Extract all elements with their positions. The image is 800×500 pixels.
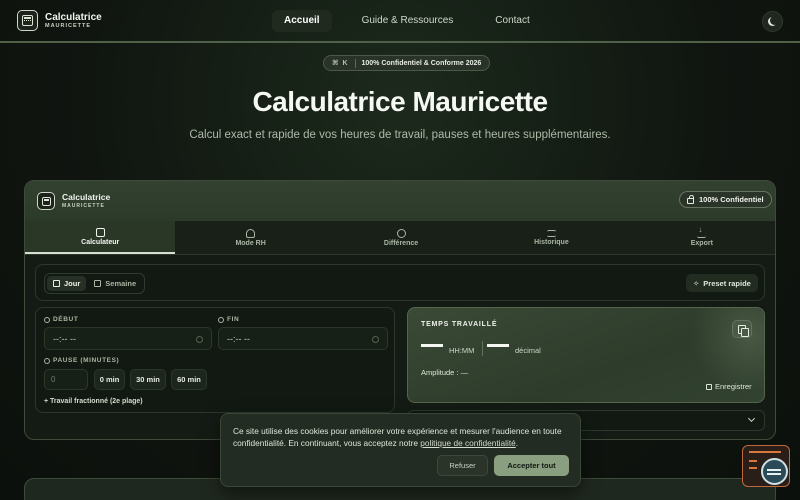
decimal-value xyxy=(487,344,509,347)
theme-toggle-button[interactable] xyxy=(762,11,783,32)
tab-mode-rh[interactable]: Mode RH xyxy=(175,221,325,254)
help-widget-icon[interactable] xyxy=(742,445,790,487)
pause-chip-60[interactable]: 60 min xyxy=(171,369,207,390)
hours-value xyxy=(421,344,443,347)
accept-cookies-button[interactable]: Accepter tout xyxy=(494,455,569,476)
end-time-input[interactable]: --:-- -- xyxy=(218,327,388,350)
calculator-icon xyxy=(37,192,55,210)
time-input-panel: DÉBUT --:-- -- FIN --:-- -- PAUSE (MINUT… xyxy=(35,307,395,413)
result-title: TEMPS TRAVAILLÉ xyxy=(421,321,498,328)
people-icon xyxy=(246,228,256,238)
end-label: FIN xyxy=(218,316,239,323)
brand-logo[interactable]: Calculatrice MAURICETTE xyxy=(17,10,102,31)
clock-icon xyxy=(44,316,50,323)
tab-bar: Calculateur Mode RH Différence Historiqu… xyxy=(25,221,775,255)
brand-tagline: MAURICETTE xyxy=(45,22,92,29)
tab-difference[interactable]: Différence xyxy=(326,221,476,254)
mode-jour-button[interactable]: Jour xyxy=(47,276,87,291)
clock-icon xyxy=(196,336,203,343)
page-subtitle: Calcul exact et rapide de vos heures de … xyxy=(189,129,611,141)
lock-icon xyxy=(687,194,694,204)
brand-name: Calculatrice xyxy=(45,11,102,23)
pause-input[interactable]: 0 xyxy=(44,369,88,390)
pause-chip-30[interactable]: 30 min xyxy=(130,369,166,390)
shortcut-kbd: ⌘ K xyxy=(332,60,349,67)
start-label: DÉBUT xyxy=(44,316,78,323)
coffee-icon xyxy=(44,357,50,364)
sparkle-icon: ✧ xyxy=(693,278,700,288)
copy-button[interactable] xyxy=(732,320,752,338)
card-brand-name: Calculatrice xyxy=(62,192,111,202)
clock-icon xyxy=(218,316,224,323)
mode-semaine-button[interactable]: Semaine xyxy=(88,276,142,291)
nav-link-accueil[interactable]: Accueil xyxy=(272,10,332,32)
clock-icon xyxy=(372,336,379,343)
mode-switch: Jour Semaine xyxy=(44,273,146,294)
card-header: Calculatrice MAURICETTE 100% Confidentie… xyxy=(25,181,775,221)
nav-link-guide[interactable]: Guide & Ressources xyxy=(350,10,466,32)
badge-text: 100% Confidentiel & Conforme 2026 xyxy=(361,59,482,67)
add-split-shift-link[interactable]: + Travail fractionné (2e plage) xyxy=(44,398,143,405)
page-title: Calculatrice Mauricette xyxy=(252,86,548,117)
pause-label: PAUSE (MINUTES) xyxy=(44,357,119,364)
download-icon xyxy=(697,225,707,238)
chevron-down-icon xyxy=(747,414,756,423)
calendar-icon xyxy=(94,280,102,287)
tab-calculateur[interactable]: Calculateur xyxy=(25,221,176,254)
clock-icon xyxy=(396,228,406,238)
amplitude-text: Amplitude : — xyxy=(421,368,469,377)
privacy-policy-link[interactable]: politique de confidentialité xyxy=(420,438,515,448)
save-button[interactable]: Enregistrer xyxy=(706,382,752,391)
tab-historique[interactable]: Historique xyxy=(476,221,626,254)
list-icon xyxy=(546,229,556,237)
cookie-text: Ce site utilise des cookies pour amélior… xyxy=(233,426,562,448)
tab-export[interactable]: Export xyxy=(627,221,775,254)
pause-chip-0[interactable]: 0 min xyxy=(94,369,125,390)
confidential-badge: 100% Confidentiel xyxy=(679,191,772,208)
moon-icon xyxy=(770,16,779,25)
start-time-input[interactable]: --:-- -- xyxy=(44,327,212,350)
calendar-icon xyxy=(95,227,105,237)
preset-button[interactable]: ✧ Preset rapide xyxy=(686,274,758,292)
nav-link-contact[interactable]: Contact xyxy=(483,10,541,32)
top-nav: Calculatrice MAURICETTE Accueil Guide & … xyxy=(0,0,800,43)
card-brand-tagline: MAURICETTE xyxy=(62,203,105,209)
unit-decimal: décimal xyxy=(515,346,541,355)
calculator-icon xyxy=(17,10,38,31)
mode-toolbar: Jour Semaine ✧ Preset rapide xyxy=(35,264,765,301)
save-icon xyxy=(706,383,712,390)
unit-hhmm: HH:MM xyxy=(449,346,475,355)
hero-badge: ⌘ K 100% Confidentiel & Conforme 2026 xyxy=(323,55,491,71)
refuse-cookies-button[interactable]: Refuser xyxy=(437,455,488,476)
result-panel: TEMPS TRAVAILLÉ HH:MM décimal Amplitude … xyxy=(407,307,765,403)
calculator-card: Calculatrice MAURICETTE 100% Confidentie… xyxy=(24,180,776,440)
calendar-icon xyxy=(53,280,60,287)
cookie-banner: Ce site utilise des cookies pour amélior… xyxy=(220,413,581,487)
